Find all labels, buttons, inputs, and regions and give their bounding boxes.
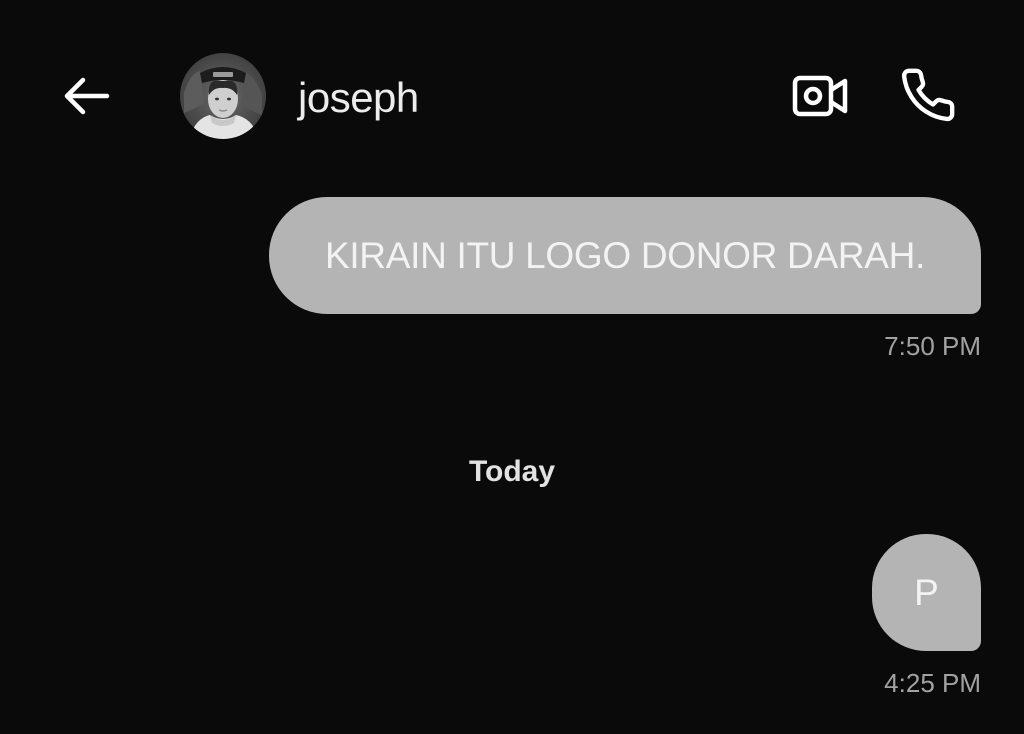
avatar[interactable] — [180, 53, 266, 139]
message-timestamp: 7:50 PM — [884, 331, 981, 361]
video-camera-icon — [792, 75, 848, 117]
voice-call-button[interactable] — [896, 64, 960, 126]
contact-name[interactable]: joseph — [298, 72, 419, 124]
message-text: KIRAIN ITU LOGO DONOR DARAH. — [324, 234, 926, 276]
message-bubble-outgoing[interactable]: KIRAIN ITU LOGO DONOR DARAH. — [269, 197, 981, 314]
arrow-left-icon — [64, 77, 110, 115]
date-divider: Today — [468, 455, 556, 488]
back-button[interactable] — [58, 72, 114, 120]
phone-icon — [901, 68, 955, 122]
chat-screen: joseph KIRAIN ITU LOGO DONOR DARAH. 7:50… — [0, 0, 1024, 734]
message-timestamp: 4:25 PM — [884, 668, 981, 698]
video-call-button[interactable] — [788, 68, 852, 124]
message-text: P — [914, 571, 939, 613]
avatar-image — [180, 53, 266, 139]
message-bubble-outgoing[interactable]: P — [872, 534, 981, 651]
